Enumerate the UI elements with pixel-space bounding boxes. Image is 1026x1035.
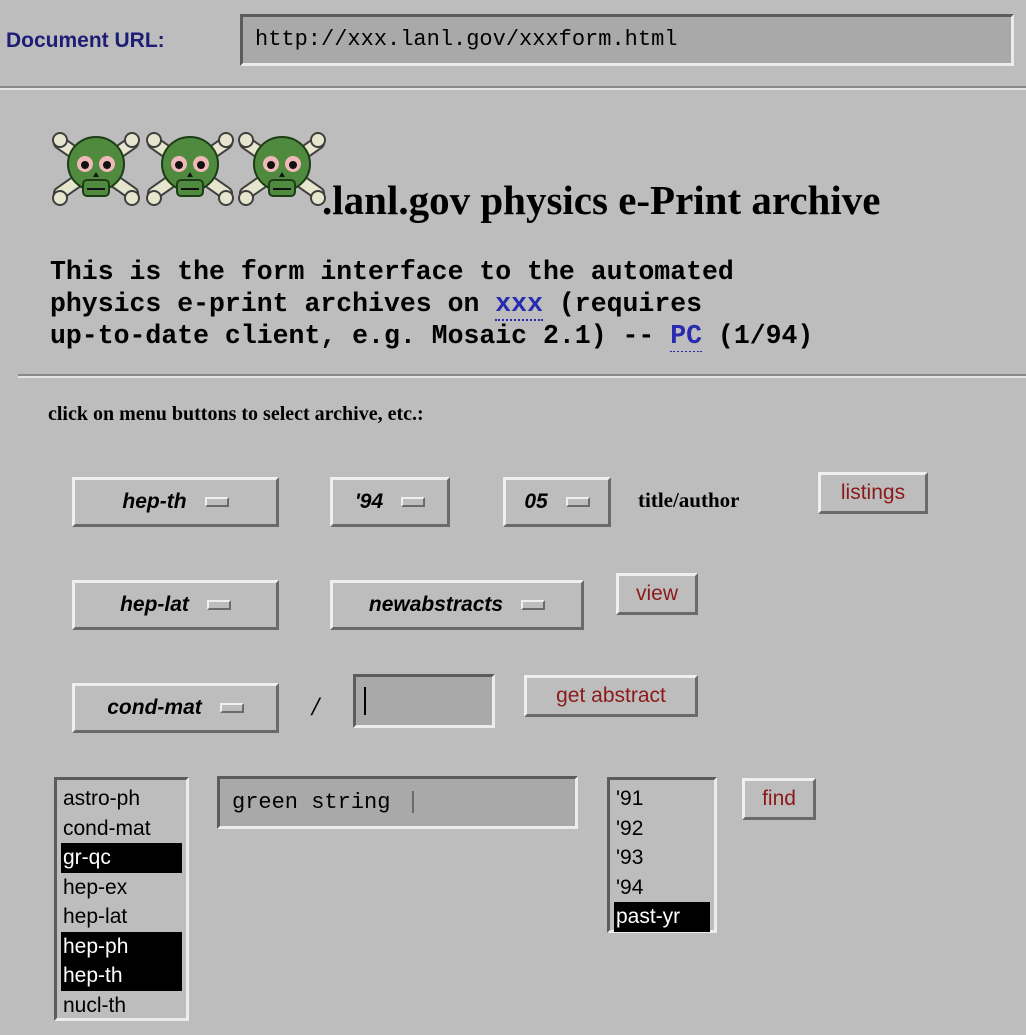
text-cursor [364,687,366,715]
pc-link[interactable]: PC [670,321,703,352]
text-cursor [411,791,414,814]
intro-text: up-to-date client, e.g. Mosaic 2.1) -- [50,321,671,351]
archive-menu-label: hep-lat [120,593,189,616]
get-abstract-button[interactable]: get abstract [524,675,698,717]
year-menu-label: '94 [354,490,384,513]
month-menu[interactable]: 05 [503,477,611,527]
option-menu-indicator-icon [204,497,229,507]
find-button[interactable]: find [742,778,816,820]
list-item[interactable]: gr-qc [61,843,182,873]
url-bar: Document URL: http://xxx.lanl.gov/xxxfor… [0,0,1026,88]
option-menu-indicator-icon [219,703,244,713]
paper-number-field[interactable] [353,674,495,728]
intro-text: (1/94) [702,321,814,351]
month-menu-label: 05 [524,490,548,513]
list-item[interactable]: nucl-th [61,991,182,1021]
intro-text: physics e-print archives on [50,289,496,319]
archive-menu-label: hep-th [122,490,187,513]
list-item[interactable]: past-yr [614,902,710,932]
list-item[interactable]: astro-ph [61,784,182,814]
archive-menu[interactable]: hep-th [72,477,279,527]
list-item[interactable]: hep-ph [61,931,182,961]
slash-separator: / [312,692,320,721]
year-listbox[interactable]: '91'92'93'94 past-yr [607,777,717,933]
listing-type-menu-label: newabstracts [368,593,504,616]
list-item[interactable]: hep-ex [61,873,182,903]
divider [18,374,1026,378]
option-menu-indicator-icon [565,497,590,507]
xxx-link[interactable]: xxx [495,289,543,321]
search-query-value: green string [232,790,391,815]
archive-menu-label: cond-mat [107,696,202,719]
list-item[interactable]: '94 [614,873,710,903]
archive-menu-2[interactable]: hep-lat [72,580,279,630]
listing-type-menu[interactable]: newabstracts [330,580,584,630]
list-item[interactable]: '91 [614,784,710,814]
intro-line: This is the form interface to the automa… [50,257,734,287]
skull-crossbones-icon [238,132,326,206]
list-item[interactable]: '93 [614,843,710,873]
document-url-label: Document URL: [6,29,165,52]
archive-menu-3[interactable]: cond-mat [72,683,279,733]
intro-line: up-to-date client, e.g. Mosaic 2.1) -- P… [50,320,1026,352]
skull-crossbones-icon [52,132,140,206]
skull-crossbones-icon [146,132,234,206]
archive-listbox[interactable]: astro-ph cond-mat gr-qc hep-ex hep-lat hep-ph… [54,777,189,1021]
list-item[interactable]: cond-mat [61,814,182,844]
list-item[interactable]: '92 [614,814,710,844]
list-item[interactable]: hep-th [61,961,182,991]
intro-text: (requires [543,289,703,319]
option-menu-indicator-icon [401,497,426,507]
search-query-field[interactable]: green string [217,776,578,829]
page-title: .lanl.gov physics e-Print archive [322,177,881,223]
title-author-label: title/author [638,488,740,512]
listings-button[interactable]: listings [818,472,928,514]
view-button[interactable]: view [616,573,698,615]
intro-paragraph: This is the form interface to the automa… [50,256,1026,352]
year-menu[interactable]: '94 [330,477,450,527]
option-menu-indicator-icon [206,600,231,610]
option-menu-indicator-icon [521,600,546,610]
intro-line: physics e-print archives on xxx (require… [50,288,1026,321]
list-item[interactable]: hep-lat [61,902,182,932]
instructions-text: click on menu buttons to select archive,… [48,403,424,425]
document-url-field[interactable]: http://xxx.lanl.gov/xxxform.html [240,14,1014,66]
